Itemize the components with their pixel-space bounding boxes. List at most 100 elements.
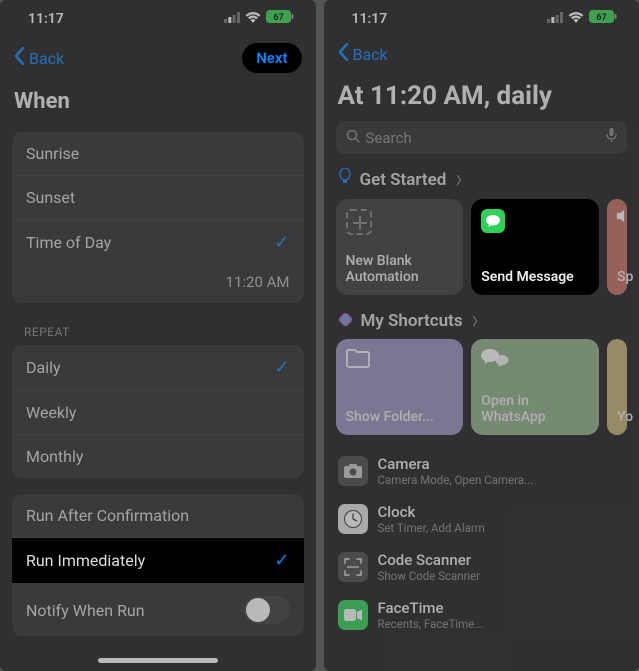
- option-sunset[interactable]: Sunset: [12, 176, 304, 220]
- selected-time: 11:20 AM: [226, 273, 290, 291]
- app-name: Camera: [378, 455, 534, 473]
- back-button[interactable]: Back: [14, 47, 64, 69]
- card-label: New Blank Automation: [346, 253, 454, 285]
- status-bar: 11:17 67: [324, 0, 639, 33]
- option-label: Weekly: [26, 403, 77, 422]
- card-label: Show Folder...: [346, 409, 454, 425]
- signal-icon: [547, 11, 563, 27]
- scanner-icon: [338, 552, 368, 582]
- app-code-scanner[interactable]: Code Scanner Show Code Scanner: [324, 543, 639, 591]
- option-time-of-day[interactable]: Time of Day ✓: [12, 220, 304, 265]
- right-screen: 11:17 67 Back At 11:20 AM, daily Search: [324, 0, 639, 671]
- plus-frame-icon: [346, 209, 372, 235]
- card-speak[interactable]: Sp: [607, 199, 627, 295]
- card-send-message[interactable]: Send Message: [471, 199, 599, 295]
- section-label: My Shortcuts: [361, 311, 463, 331]
- facetime-icon: [338, 600, 368, 630]
- speaker-icon: [617, 209, 633, 223]
- next-label: Next: [256, 49, 287, 67]
- mic-icon[interactable]: [606, 128, 617, 147]
- app-name: FaceTime: [378, 599, 484, 617]
- checkmark-icon: ✓: [274, 232, 289, 253]
- section-label: Get Started: [360, 170, 447, 190]
- option-label: Notify When Run: [26, 601, 145, 620]
- my-shortcuts-header[interactable]: My Shortcuts 〉: [324, 307, 639, 339]
- battery-icon: 67: [266, 10, 294, 27]
- repeat-label: REPEAT: [0, 311, 316, 343]
- status-bar: 11:17 67: [0, 0, 316, 33]
- app-sub: Recents, FaceTime...: [378, 617, 484, 631]
- get-started-header[interactable]: Get Started 〉: [324, 164, 639, 199]
- chevron-left-icon: [14, 47, 25, 69]
- app-clock[interactable]: Clock Set Timer, Add Alarm: [324, 495, 639, 543]
- svg-text:67: 67: [596, 13, 606, 23]
- nav-bar: Back Next: [0, 33, 316, 83]
- chevron-right-icon: 〉: [473, 313, 484, 329]
- chat-bubbles-icon: [481, 349, 589, 375]
- back-label: Back: [353, 45, 388, 64]
- messages-icon: [481, 209, 505, 233]
- status-time: 11:17: [28, 11, 64, 27]
- option-weekly[interactable]: Weekly: [12, 391, 304, 435]
- search-input[interactable]: Search: [336, 121, 628, 154]
- selected-time-row[interactable]: 11:20 AM: [12, 265, 304, 303]
- svg-text:67: 67: [273, 13, 283, 23]
- folder-icon: [346, 349, 454, 372]
- card-new-blank-automation[interactable]: New Blank Automation: [336, 199, 464, 295]
- battery-icon: 67: [589, 10, 617, 27]
- search-icon: [346, 129, 360, 147]
- bulb-icon: [338, 168, 352, 191]
- card-label: Open in WhatsApp: [481, 393, 589, 425]
- option-monthly[interactable]: Monthly: [12, 435, 304, 478]
- next-button[interactable]: Next: [242, 43, 301, 73]
- signal-icon: [224, 11, 240, 27]
- option-notify[interactable]: Notify When Run: [12, 584, 304, 636]
- checkmark-icon: ✓: [274, 357, 289, 378]
- card-open-whatsapp[interactable]: Open in WhatsApp: [471, 339, 599, 435]
- option-label: Run After Confirmation: [26, 506, 189, 525]
- toggle-notify[interactable]: [244, 596, 290, 624]
- app-camera[interactable]: Camera Camera Mode, Open Camera...: [324, 447, 639, 495]
- option-daily[interactable]: Daily ✓: [12, 345, 304, 391]
- page-title: At 11:20 AM, daily: [324, 75, 639, 121]
- clock-icon: [338, 504, 368, 534]
- search-placeholder: Search: [366, 129, 601, 147]
- checkmark-icon: ✓: [274, 550, 289, 571]
- run-group: Run After Confirmation Run Immediately ✓…: [12, 494, 304, 636]
- wifi-icon: [568, 11, 584, 27]
- option-label: Time of Day: [26, 233, 111, 252]
- option-sunrise[interactable]: Sunrise: [12, 132, 304, 176]
- get-started-cards: New Blank Automation Send Message Sp: [324, 199, 639, 307]
- back-button[interactable]: Back: [338, 43, 388, 65]
- app-sub: Camera Mode, Open Camera...: [378, 473, 534, 487]
- app-sub: Set Timer, Add Alarm: [378, 521, 485, 535]
- app-name: Code Scanner: [378, 551, 481, 569]
- option-label: Sunrise: [26, 144, 79, 163]
- back-label: Back: [29, 49, 64, 68]
- left-screen: 11:17 67 Back Next When Sunrise: [0, 0, 316, 671]
- option-label: Sunset: [26, 188, 75, 207]
- option-run-after-confirm[interactable]: Run After Confirmation: [12, 494, 304, 538]
- nav-bar: Back: [324, 33, 639, 75]
- option-label: Run Immediately: [26, 551, 145, 570]
- my-shortcuts-cards: Show Folder... Open in WhatsApp Yo: [324, 339, 639, 447]
- app-facetime[interactable]: FaceTime Recents, FaceTime...: [324, 591, 639, 639]
- status-time: 11:17: [352, 11, 388, 27]
- when-group: Sunrise Sunset Time of Day ✓ 11:20 AM: [12, 132, 304, 303]
- app-name: Clock: [378, 503, 485, 521]
- card-show-folder[interactable]: Show Folder...: [336, 339, 464, 435]
- repeat-group: Daily ✓ Weekly Monthly: [12, 345, 304, 478]
- option-label: Daily: [26, 358, 61, 377]
- shortcuts-icon: [338, 312, 353, 331]
- option-run-immediately[interactable]: Run Immediately ✓: [12, 538, 304, 584]
- option-label: Monthly: [26, 447, 83, 466]
- card-label: Send Message: [481, 269, 589, 285]
- card-youtube[interactable]: Yo: [607, 339, 627, 435]
- chevron-left-icon: [338, 43, 349, 65]
- camera-icon: [338, 456, 368, 486]
- home-indicator[interactable]: [98, 658, 218, 663]
- chevron-right-icon: 〉: [456, 172, 467, 188]
- app-sub: Show Code Scanner: [378, 569, 481, 583]
- page-title: When: [0, 83, 316, 124]
- wifi-icon: [245, 11, 261, 27]
